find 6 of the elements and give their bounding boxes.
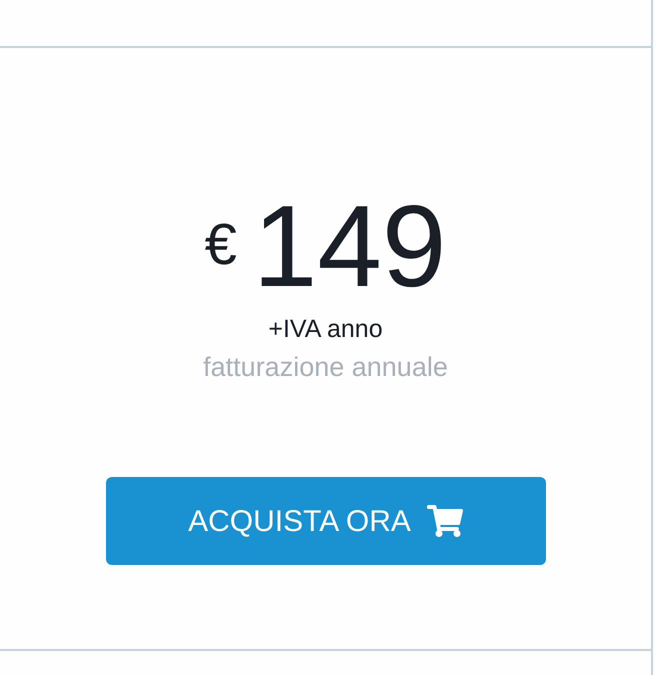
buy-button[interactable]: ACQUISTA ORA — [106, 477, 546, 565]
price-period: +IVA anno — [268, 314, 383, 345]
price-amount: 149 — [252, 188, 446, 304]
billing-note: fatturazione annuale — [203, 351, 448, 384]
currency-symbol: € — [204, 216, 237, 274]
cart-icon — [426, 505, 463, 537]
